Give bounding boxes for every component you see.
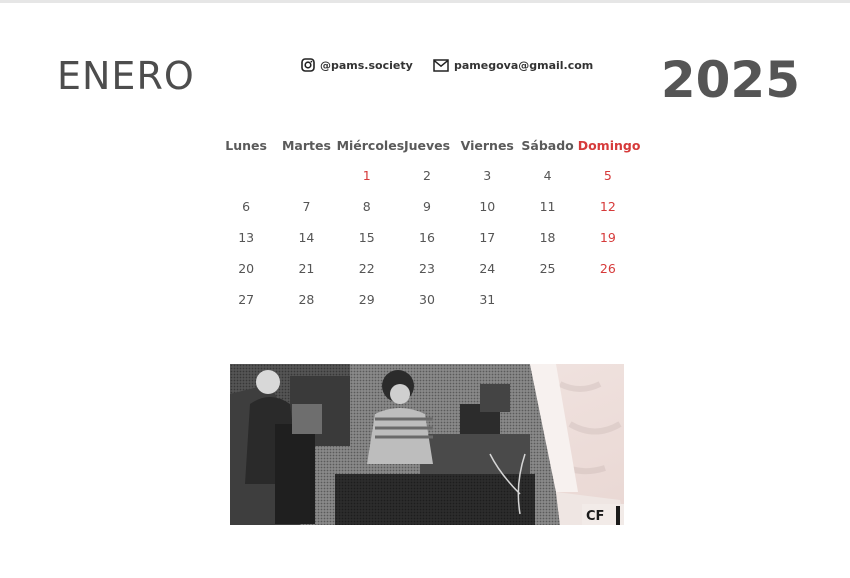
calendar-day: 3 <box>483 168 492 183</box>
calendar-week-row: 13 14 15 16 17 18 19 <box>216 222 638 253</box>
calendar-day: 29 <box>358 292 375 307</box>
calendar-day: 14 <box>298 230 315 245</box>
calendar-grid: Lunes Martes Miércoles Jueves Viernes Sá… <box>216 130 641 315</box>
calendar-day: 21 <box>298 261 315 276</box>
month-title: ENERO <box>57 54 195 98</box>
calendar-day: 19 <box>599 230 616 245</box>
calendar-week-row: 27 28 29 30 31 <box>216 284 638 315</box>
calendar-week-row: 1 2 3 4 5 <box>216 160 638 191</box>
weekday-label: Martes <box>281 137 331 153</box>
calendar-day: 8 <box>362 199 371 214</box>
photo-halftone-image: CF <box>230 364 624 525</box>
calendar-day: 11 <box>539 199 556 214</box>
top-border <box>0 0 850 3</box>
calendar-day: 16 <box>419 230 435 245</box>
calendar-day: 1 <box>362 168 371 183</box>
calendar-day: 10 <box>479 199 496 214</box>
photo-caption-fragment: CF <box>586 509 604 524</box>
calendar-photo: CF <box>230 364 624 525</box>
weekday-label: Sábado <box>521 137 574 153</box>
weekday-label-sunday: Domingo <box>577 137 641 153</box>
calendar-day: 28 <box>298 292 315 307</box>
calendar-day: 15 <box>358 230 375 245</box>
calendar-day: 20 <box>238 261 255 276</box>
calendar-day: 12 <box>599 199 616 214</box>
calendar-day: 25 <box>539 261 556 276</box>
calendar-day: 13 <box>238 230 255 245</box>
calendar-day: 24 <box>479 261 496 276</box>
calendar-day: 9 <box>423 199 431 214</box>
calendar-day: 31 <box>479 292 496 307</box>
calendar-day: 18 <box>539 230 556 245</box>
weekday-label: Lunes <box>225 137 267 153</box>
instagram-icon <box>301 58 315 72</box>
calendar-day: 6 <box>242 199 251 214</box>
calendar-day: 23 <box>419 261 435 276</box>
calendar-day: 7 <box>302 199 311 214</box>
calendar-weeks: 1 2 3 4 5 6 7 8 9 10 11 12 13 14 15 16 17 18 19 20 21 22 23 24 2… <box>216 160 638 315</box>
calendar-day: 30 <box>419 292 435 307</box>
calendar-day: 26 <box>599 261 616 276</box>
mail-icon <box>433 59 449 72</box>
email-contact[interactable]: pamegova@gmail.com <box>433 59 593 72</box>
calendar-day: 27 <box>238 292 255 307</box>
calendar-day: 2 <box>423 168 431 183</box>
weekday-label: Jueves <box>403 137 451 153</box>
weekday-label: Viernes <box>460 137 514 153</box>
calendar-day: 5 <box>603 168 612 183</box>
weekday-header: Lunes Martes Miércoles Jueves Viernes Sá… <box>216 130 641 160</box>
calendar-week-row: 6 7 8 9 10 11 12 <box>216 191 638 222</box>
email-label: pamegova@gmail.com <box>454 59 594 72</box>
calendar-day: 4 <box>543 168 552 183</box>
calendar-day: 17 <box>479 230 496 245</box>
weekday-label: Miércoles <box>336 137 405 153</box>
year-title: 2025 <box>660 51 800 109</box>
instagram-label: @pams.society <box>320 58 413 72</box>
calendar-day: 22 <box>358 261 375 276</box>
calendar-week-row: 20 21 22 23 24 25 26 <box>216 253 638 284</box>
instagram-handle[interactable]: @pams.society <box>301 58 413 72</box>
